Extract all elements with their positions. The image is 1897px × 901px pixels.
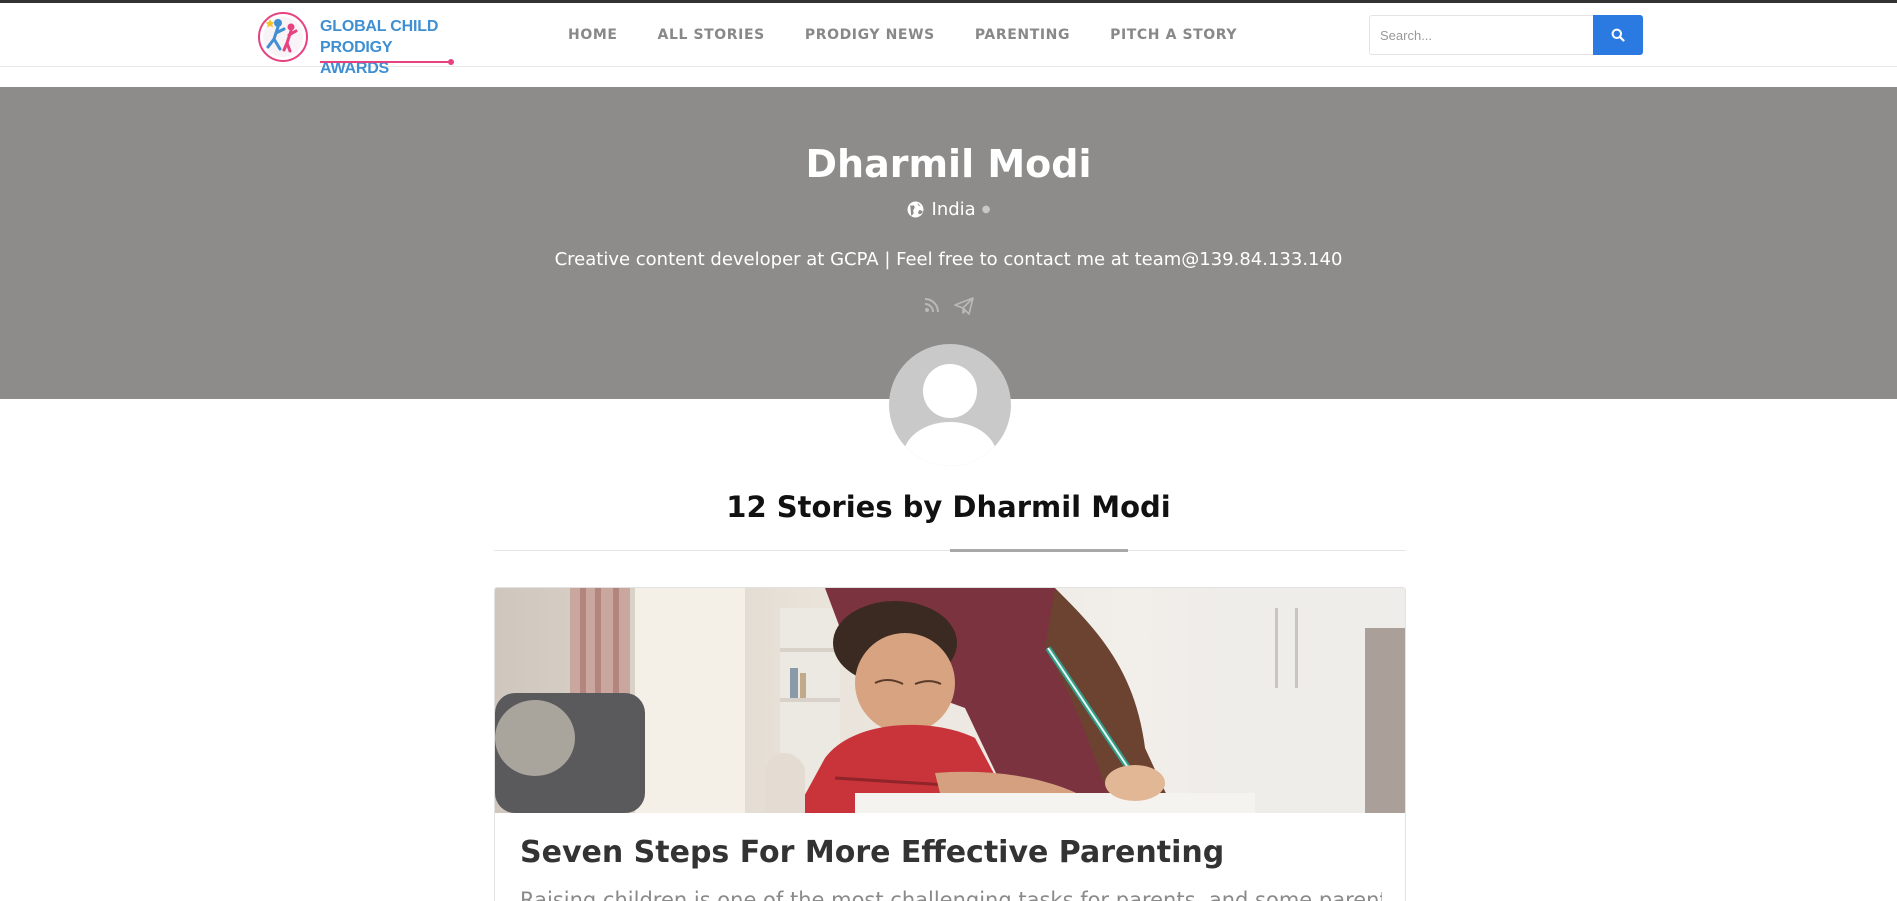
logo-underline (320, 59, 454, 65)
logo-emblem-icon (258, 12, 308, 62)
story-excerpt: Raising children is one of the most chal… (520, 888, 1382, 901)
globe-icon (907, 201, 923, 218)
search-input[interactable] (1369, 15, 1593, 55)
nav-prodigy-news[interactable]: PRODIGY NEWS (805, 27, 935, 43)
logo-line-1: GLOBAL CHILD (320, 18, 439, 35)
nav-pitch-a-story[interactable]: PITCH A STORY (1110, 27, 1237, 43)
search-button[interactable] (1593, 15, 1643, 55)
author-location: India ● (0, 199, 1897, 220)
search-form (1369, 15, 1643, 55)
rss-icon[interactable] (924, 297, 940, 319)
logo-wordmark: GLOBAL CHILD PRODIGY AWARDS (320, 16, 456, 79)
author-name: Dharmil Modi (805, 142, 1092, 186)
social-links (0, 297, 1897, 319)
story-card[interactable]: Seven Steps For More Effective Parenting… (494, 587, 1406, 901)
heading-divider-accent (950, 549, 1128, 552)
stories-heading: 12 Stories by Dharmil Modi (726, 490, 1171, 524)
paper-plane-icon[interactable] (953, 297, 974, 319)
story-image[interactable] (495, 588, 1405, 813)
logo-line-2: PRODIGY AWARDS (320, 39, 393, 77)
author-bio: Creative content developer at GCPA | Fee… (554, 249, 1343, 270)
nav-parenting[interactable]: PARENTING (975, 27, 1070, 43)
location-text: India (931, 199, 976, 220)
story-title[interactable]: Seven Steps For More Effective Parenting (520, 835, 1224, 870)
site-logo[interactable]: GLOBAL CHILD PRODIGY AWARDS (256, 9, 456, 77)
main-nav: HOME ALL STORIES PRODIGY NEWS PARENTING … (568, 3, 1277, 67)
nav-all-stories[interactable]: ALL STORIES (658, 27, 765, 43)
avatar (889, 344, 1011, 466)
avatar-head-shape (923, 364, 977, 418)
avatar-body-shape (903, 422, 997, 466)
search-icon (1611, 28, 1625, 42)
navbar: GLOBAL CHILD PRODIGY AWARDS HOME ALL STO… (0, 3, 1897, 77)
separator-dot: ● (981, 204, 991, 215)
nav-home[interactable]: HOME (568, 27, 618, 43)
